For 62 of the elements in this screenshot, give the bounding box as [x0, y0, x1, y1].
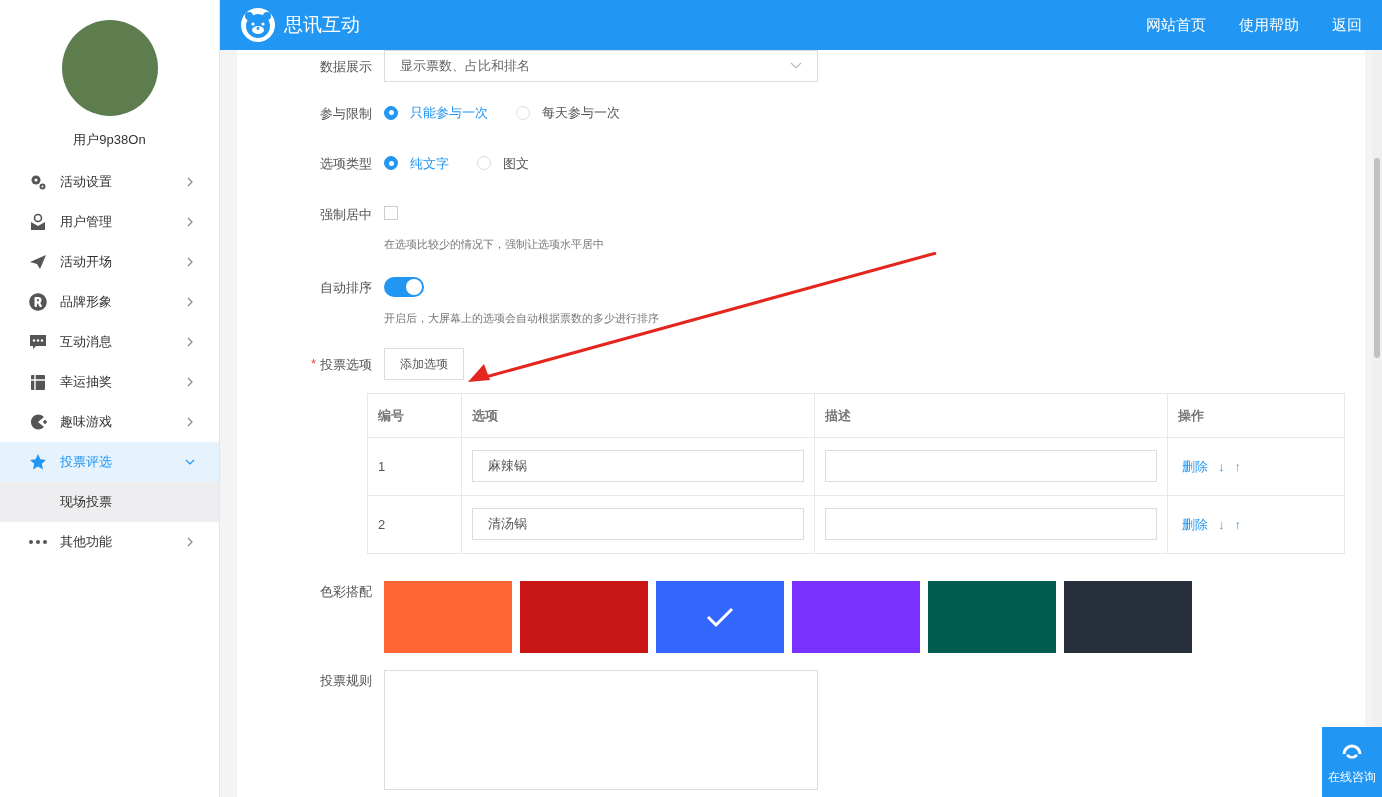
- column-header: 操作: [1167, 393, 1345, 438]
- field-label: 自动排序: [320, 279, 372, 298]
- field-label: 选项类型: [320, 155, 372, 174]
- radio-label: 每天参与一次: [542, 104, 620, 123]
- registered-icon: [29, 292, 47, 311]
- chevron-right-icon: [185, 336, 195, 347]
- column-header: 描述: [814, 393, 1168, 438]
- option-input[interactable]: 清汤锅: [472, 508, 804, 541]
- sidebar-subitem[interactable]: 现场投票: [0, 481, 219, 522]
- description-input[interactable]: [825, 450, 1157, 483]
- radio-button[interactable]: [384, 156, 398, 171]
- field-label: 投票选项: [320, 355, 372, 374]
- star-icon: [29, 452, 47, 471]
- move-up-link[interactable]: ↑: [1234, 456, 1241, 477]
- hint-text: 在选项比较少的情况下，强制让选项水平居中: [384, 236, 604, 252]
- rules-textarea[interactable]: [384, 670, 818, 790]
- column-header: 选项: [461, 393, 815, 438]
- brand-name: 思讯互动: [284, 12, 361, 37]
- chevron-right-icon: [185, 256, 195, 267]
- description-input[interactable]: [825, 508, 1157, 541]
- chevron-right-icon: [185, 296, 195, 307]
- chevron-down-icon: [790, 62, 802, 70]
- table-cell: 2: [367, 495, 462, 554]
- more-dots-icon: [29, 539, 47, 544]
- column-header: 编号: [367, 393, 462, 438]
- username: 用户9p38On: [73, 131, 146, 149]
- radio-label: 只能参与一次: [410, 104, 488, 123]
- add-option-button[interactable]: 添加选项: [384, 348, 464, 381]
- hint-text: 开启后，大屏幕上的选项会自动根据票数的多少进行排序: [384, 310, 659, 327]
- checkbox[interactable]: [384, 205, 398, 220]
- option-input[interactable]: 麻辣锅: [472, 450, 804, 483]
- chat-icon: [29, 332, 47, 351]
- toggle-switch[interactable]: [384, 277, 424, 298]
- checkmark-icon: [706, 605, 734, 628]
- color-swatch[interactable]: [520, 580, 648, 653]
- bear-logo-icon: [240, 7, 276, 43]
- paper-plane-icon: [29, 252, 47, 271]
- chevron-right-icon: [185, 536, 195, 547]
- radio-label: 纯文字: [410, 154, 449, 173]
- color-swatch[interactable]: [792, 580, 920, 653]
- field-label: 色彩搭配: [320, 582, 372, 601]
- color-swatch[interactable]: [384, 580, 512, 653]
- required-mark: *: [311, 355, 316, 373]
- scrollbar[interactable]: [1372, 50, 1382, 727]
- move-down-link[interactable]: ↓: [1218, 514, 1225, 535]
- table-cell: 1: [367, 437, 462, 496]
- chevron-right-icon: [185, 176, 195, 187]
- radio-label: 图文: [503, 154, 529, 173]
- color-swatch[interactable]: [1064, 580, 1192, 653]
- field-label: 数据展示: [320, 57, 372, 76]
- color-swatch[interactable]: [928, 580, 1056, 653]
- radio-button[interactable]: [384, 105, 398, 120]
- field-label: 强制居中: [320, 205, 372, 224]
- pacman-icon: [29, 412, 47, 431]
- chevron-right-icon: [185, 416, 195, 427]
- chevron-right-icon: [185, 216, 195, 227]
- select-field[interactable]: 显示票数、占比和排名: [384, 50, 818, 82]
- color-swatch[interactable]: [656, 580, 784, 653]
- field-label: 参与限制: [320, 104, 372, 123]
- user-mail-icon: [29, 212, 47, 231]
- field-label: 投票规则: [320, 672, 372, 690]
- chevron-right-icon: [185, 376, 195, 387]
